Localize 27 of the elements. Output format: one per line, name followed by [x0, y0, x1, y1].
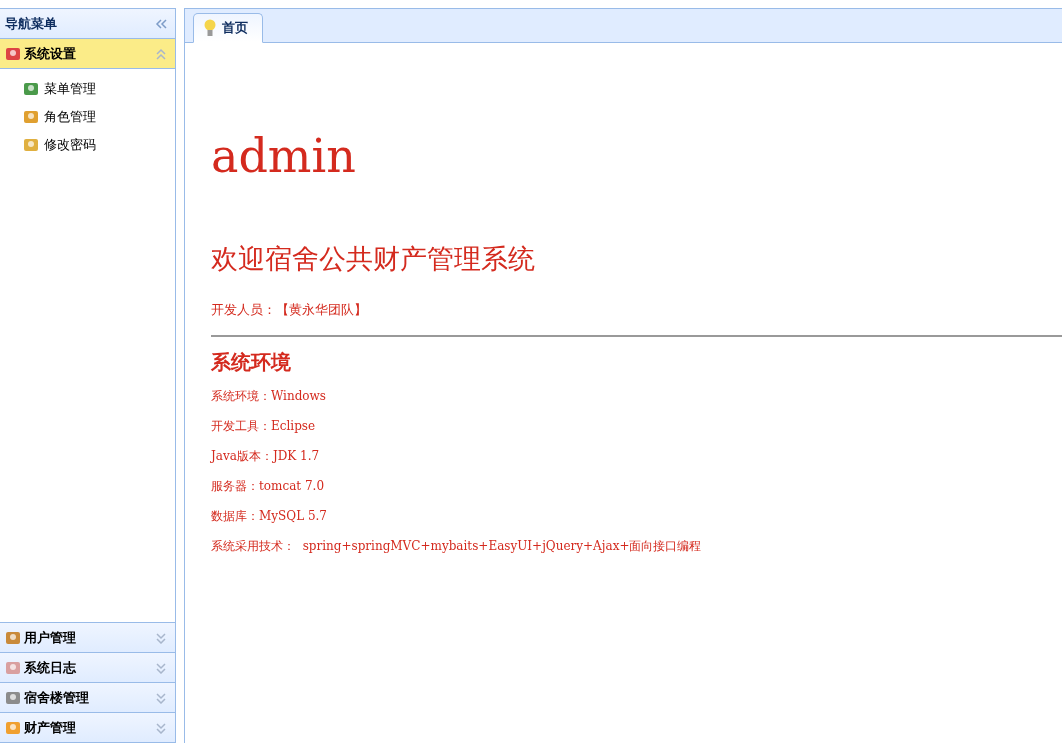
info-line: 系统环境：Windows — [211, 388, 328, 405]
info-line: 开发工具：Eclipse — [211, 418, 317, 435]
lightbulb-icon — [204, 19, 216, 37]
accordion-header[interactable]: 系统设置 — [0, 39, 175, 69]
info-line: 系统采用技术： spring+springMVC+mybaits+EasyUI+jQuery+Ajax+面向接口编程 — [211, 538, 703, 555]
accordion-header[interactable]: 宿舍楼管理 — [0, 683, 175, 713]
accordion-header[interactable]: 系统日志 — [0, 653, 175, 683]
menu-item[interactable]: 菜单管理 — [22, 77, 175, 101]
menu-item[interactable]: 修改密码 — [22, 133, 175, 157]
info-line: Java版本：JDK 1.7 — [211, 448, 321, 465]
menu-item[interactable]: 角色管理 — [22, 105, 175, 129]
collapse-icon — [155, 47, 167, 60]
developer-text: 开发人员：【黄永华团队】 — [211, 301, 368, 319]
sidebar-title: 导航菜单 — [5, 14, 57, 33]
info-line: 服务器：tomcat 7.0 — [211, 478, 326, 495]
expand-icon — [155, 661, 167, 674]
tab[interactable]: 首页 — [193, 13, 263, 43]
expand-icon — [155, 721, 167, 734]
accordion-header[interactable]: 用户管理 — [0, 623, 175, 653]
expand-icon — [155, 691, 167, 704]
info-line: 数据库：MySQL 5.7 — [211, 508, 328, 525]
collapse-icon[interactable] — [155, 17, 167, 30]
section-heading: 系统环境 — [211, 349, 292, 376]
username-text: admin — [211, 133, 357, 179]
expand-icon — [155, 631, 167, 644]
accordion-header[interactable]: 财产管理 — [0, 713, 175, 743]
welcome-heading: 欢迎宿舍公共财产管理系统 — [211, 242, 536, 276]
